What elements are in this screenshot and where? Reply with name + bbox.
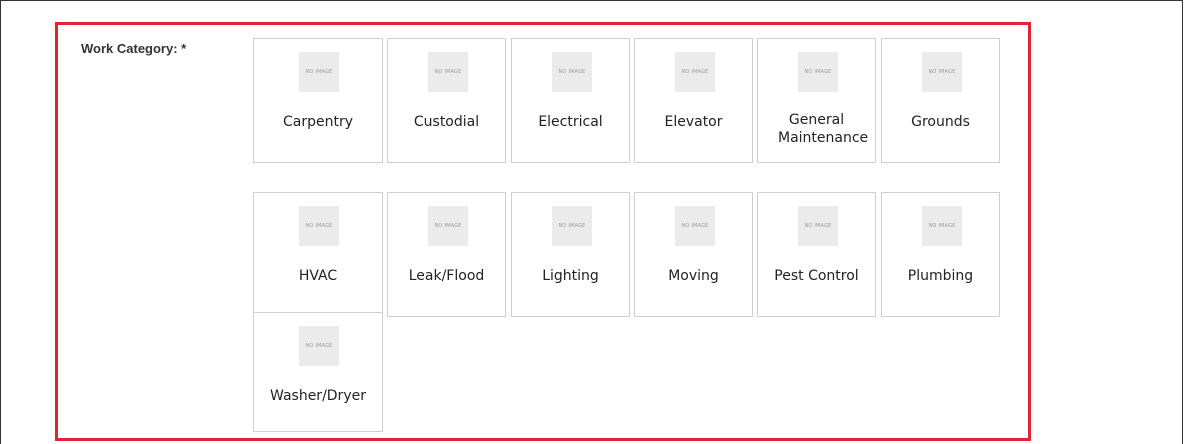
category-tile-elevator[interactable]: NO IMAGE Elevator — [634, 38, 753, 163]
no-image-text: NO IMAGE — [681, 69, 709, 75]
no-image-placeholder-icon: NO IMAGE — [552, 52, 592, 92]
no-image-text: NO IMAGE — [305, 69, 333, 75]
no-image-placeholder-icon: NO IMAGE — [675, 52, 715, 92]
no-image-placeholder-icon: NO IMAGE — [428, 52, 468, 92]
work-category-label: Work Category: * — [81, 41, 187, 56]
category-tile-lighting[interactable]: NO IMAGE Lighting — [511, 192, 630, 317]
category-tile-general-maintenance[interactable]: NO IMAGE General Maintenance — [757, 38, 876, 163]
no-image-text: NO IMAGE — [305, 223, 333, 229]
no-image-text: NO IMAGE — [928, 223, 956, 229]
no-image-text: NO IMAGE — [804, 223, 832, 229]
no-image-placeholder-icon: NO IMAGE — [922, 206, 962, 246]
no-image-placeholder-icon: NO IMAGE — [798, 206, 838, 246]
category-tile-label: Leak/Flood — [408, 268, 485, 284]
category-tile-pest-control[interactable]: NO IMAGE Pest Control — [757, 192, 876, 317]
category-tile-label: HVAC — [298, 268, 338, 284]
category-tile-label: Lighting — [542, 268, 599, 284]
category-tile-label: Plumbing — [907, 268, 974, 284]
category-tile-label: Moving — [668, 268, 719, 284]
no-image-text: NO IMAGE — [558, 223, 586, 229]
no-image-text: NO IMAGE — [434, 69, 462, 75]
category-tile-moving[interactable]: NO IMAGE Moving — [634, 192, 753, 317]
category-tile-label: Washer/Dryer — [270, 388, 366, 404]
no-image-text: NO IMAGE — [804, 69, 832, 75]
no-image-placeholder-icon: NO IMAGE — [428, 206, 468, 246]
category-tile-leak-flood[interactable]: NO IMAGE Leak/Flood — [387, 192, 506, 317]
no-image-placeholder-icon: NO IMAGE — [299, 52, 339, 92]
category-tile-washer-dryer[interactable]: NO IMAGE Washer/Dryer — [253, 312, 383, 432]
category-tile-label: Carpentry — [282, 114, 353, 130]
category-tile-carpentry[interactable]: NO IMAGE Carpentry — [253, 38, 383, 163]
category-tile-label: Pest Control — [774, 268, 859, 284]
category-tile-hvac[interactable]: NO IMAGE HVAC — [253, 192, 383, 317]
category-tile-label: General Maintenance — [778, 112, 869, 146]
category-tile-label: Custodial — [413, 114, 480, 130]
category-tile-label: Grounds — [911, 114, 970, 130]
category-tile-grounds[interactable]: NO IMAGE Grounds — [881, 38, 1000, 163]
no-image-text: NO IMAGE — [558, 69, 586, 75]
no-image-placeholder-icon: NO IMAGE — [552, 206, 592, 246]
category-tile-custodial[interactable]: NO IMAGE Custodial — [387, 38, 506, 163]
no-image-placeholder-icon: NO IMAGE — [922, 52, 962, 92]
no-image-placeholder-icon: NO IMAGE — [299, 326, 339, 366]
no-image-placeholder-icon: NO IMAGE — [675, 206, 715, 246]
category-tile-label: Elevator — [664, 114, 723, 130]
no-image-text: NO IMAGE — [928, 69, 956, 75]
category-tile-plumbing[interactable]: NO IMAGE Plumbing — [881, 192, 1000, 317]
no-image-text: NO IMAGE — [434, 223, 462, 229]
category-tile-label: Electrical — [538, 114, 603, 130]
no-image-placeholder-icon: NO IMAGE — [299, 206, 339, 246]
no-image-text: NO IMAGE — [305, 343, 333, 349]
category-tile-electrical[interactable]: NO IMAGE Electrical — [511, 38, 630, 163]
no-image-placeholder-icon: NO IMAGE — [798, 52, 838, 92]
no-image-text: NO IMAGE — [681, 223, 709, 229]
